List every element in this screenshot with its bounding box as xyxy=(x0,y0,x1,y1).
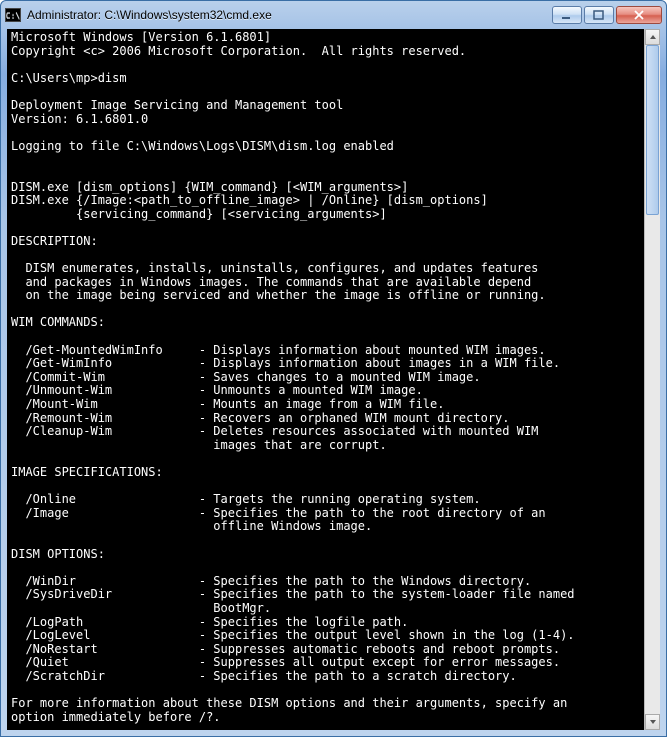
scrollbar-thumb[interactable] xyxy=(646,45,659,215)
window-controls xyxy=(552,6,662,24)
scroll-up-button[interactable] xyxy=(645,29,660,45)
chevron-up-icon xyxy=(649,33,657,41)
command-prompt-window: C:\ Administrator: C:\Windows\system32\c… xyxy=(0,0,667,737)
close-button[interactable] xyxy=(616,6,662,24)
vertical-scrollbar[interactable] xyxy=(644,29,660,730)
terminal-output[interactable]: Microsoft Windows [Version 6.1.6801] Cop… xyxy=(7,29,660,730)
minimize-button[interactable] xyxy=(552,6,582,24)
chevron-down-icon xyxy=(649,718,657,726)
maximize-icon xyxy=(593,10,605,20)
scrollbar-track[interactable] xyxy=(645,45,660,714)
titlebar[interactable]: C:\ Administrator: C:\Windows\system32\c… xyxy=(1,1,666,29)
maximize-button[interactable] xyxy=(584,6,614,24)
window-title: Administrator: C:\Windows\system32\cmd.e… xyxy=(27,8,552,22)
client-area: Microsoft Windows [Version 6.1.6801] Cop… xyxy=(7,29,660,730)
cmd-icon: C:\ xyxy=(5,8,21,22)
minimize-icon xyxy=(561,10,573,20)
close-icon xyxy=(633,10,645,20)
scroll-down-button[interactable] xyxy=(645,714,660,730)
